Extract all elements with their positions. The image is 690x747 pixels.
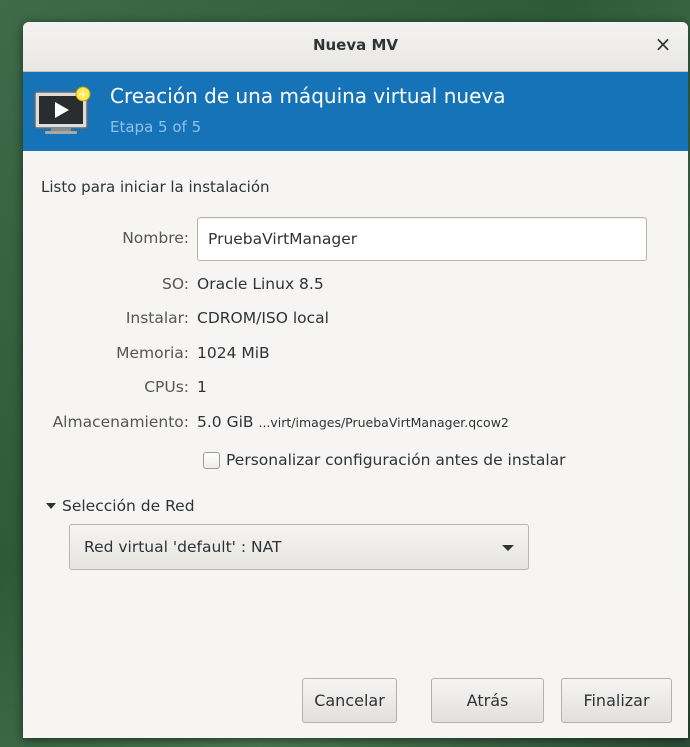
install-value: CDROM/ISO local [197, 309, 329, 327]
network-select[interactable]: Red virtual 'default' : NAT [69, 524, 529, 570]
new-vm-dialog: Nueva MV × Creación de una máquina virtu… [23, 22, 688, 738]
storage-path: ...virt/images/PruebaVirtManager.qcow2 [258, 415, 509, 430]
memory-value: 1024 MiB [197, 344, 270, 362]
summary-content: Listo para iniciar la instalación Nombre… [23, 151, 688, 738]
network-select-value[interactable]: Red virtual 'default' : NAT [84, 538, 281, 556]
os-label: SO: [162, 275, 189, 293]
banner-heading: Creación de una máquina virtual nueva [110, 84, 506, 108]
step-indicator: Etapa 5 of 5 [110, 118, 202, 136]
name-input[interactable] [197, 217, 647, 261]
window-title: Nueva MV [312, 36, 399, 54]
storage-value: 5.0 GiB ...virt/images/PruebaVirtManager… [197, 413, 509, 431]
network-expander-label[interactable]: Selección de Red [62, 497, 195, 515]
finish-button[interactable]: Finalizar [561, 678, 672, 723]
cancel-button[interactable]: Cancelar [302, 678, 397, 723]
memory-label: Memoria: [116, 344, 189, 362]
title-bar: Nueva MV × [23, 22, 688, 72]
storage-size: 5.0 GiB [197, 413, 254, 431]
os-value: Oracle Linux 8.5 [197, 275, 324, 293]
back-button[interactable]: Atrás [431, 678, 544, 723]
header-banner: Creación de una máquina virtual nueva Et… [23, 72, 688, 151]
name-label: Nombre: [122, 229, 189, 247]
storage-label: Almacenamiento: [52, 413, 189, 431]
close-icon[interactable]: × [652, 33, 674, 55]
expander-arrow-icon[interactable] [46, 503, 56, 509]
ready-text: Listo para iniciar la instalación [41, 178, 270, 196]
install-label: Instalar: [125, 309, 189, 327]
vm-monitor-icon [34, 86, 91, 134]
customize-label[interactable]: Personalizar configuración antes de inst… [226, 451, 566, 469]
customize-option[interactable]: Personalizar configuración antes de inst… [203, 449, 566, 471]
network-expander[interactable]: Selección de Red [46, 497, 195, 515]
dropdown-arrow-icon[interactable] [502, 545, 514, 551]
cpus-value: 1 [197, 378, 207, 396]
customize-checkbox[interactable] [203, 451, 220, 469]
cpus-label: CPUs: [144, 378, 189, 396]
